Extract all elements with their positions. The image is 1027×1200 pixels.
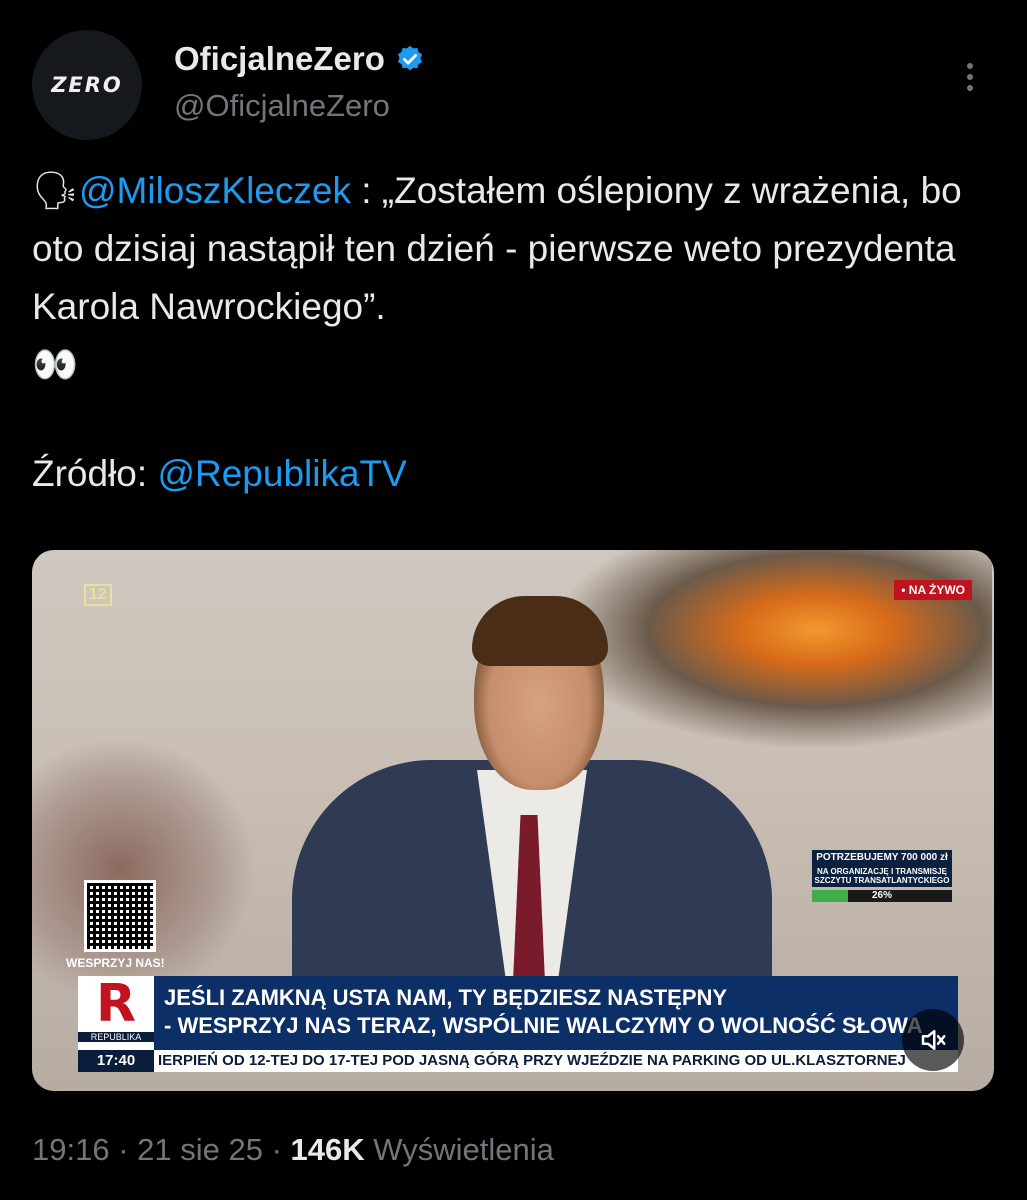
qr-code-icon (84, 880, 156, 952)
presenter-hair (472, 596, 608, 666)
broadcast-clock: 17:40 (78, 1050, 154, 1072)
speaker-muted-icon (921, 1030, 946, 1050)
display-name[interactable]: OficjalneZero (174, 40, 385, 78)
mute-toggle-button[interactable] (902, 1009, 964, 1071)
tweet-time[interactable]: 19:16 (32, 1132, 110, 1167)
verified-badge-icon (397, 45, 422, 71)
more-options-icon[interactable] (955, 58, 985, 118)
donation-goal: POTRZEBUJEMY 700 000 zł NA ORGANIZACJĘ I… (812, 850, 952, 902)
source-mention-link[interactable]: @RepublikaTV (157, 453, 406, 494)
user-handle[interactable]: @OficjalneZero (174, 88, 425, 124)
channel-logo-letter: R (95, 974, 137, 1034)
goal-subtitle: NA ORGANIZACJĘ I TRANSMISJĘ SZCZYTU TRAN… (812, 865, 952, 887)
news-ticker: IERPIEŃ OD 12-TEJ DO 17-TEJ POD JASNĄ GÓ… (154, 1050, 958, 1072)
tweet-text: 🗣@MiloszKleczek : „Zostałem oślepiony z … (32, 162, 992, 394)
video-player[interactable]: 12 • NA ŻYWO WESPRZYJ NAS! POTRZEBUJEMY … (32, 550, 994, 1091)
donate-label: WESPRZYJ NAS! (66, 956, 165, 970)
goal-title: POTRZEBUJEMY 700 000 zł (812, 850, 952, 865)
separator-dot: · (262, 1132, 291, 1167)
avatar[interactable]: ZERO (32, 30, 142, 140)
source-line: Źródło: @RepublikaTV (32, 445, 407, 503)
source-label: Źródło: (32, 453, 158, 494)
tweet-date[interactable]: 21 sie 25 (137, 1132, 263, 1167)
mention-link[interactable]: @MiloszKleczek (79, 170, 351, 211)
speaking-head-emoji: 🗣 (32, 170, 79, 211)
channel-number: 12 (84, 584, 112, 606)
display-name-row: OficjalneZero (174, 40, 425, 78)
views-count[interactable]: 146K (291, 1132, 365, 1167)
goal-progress-bar: 26% (812, 890, 952, 902)
views-label: Wyświetlenia (364, 1132, 554, 1167)
eyes-emoji: 👀 (32, 344, 79, 385)
avatar-logo-text: ZERO (51, 73, 123, 97)
headline-line-1: JEŚLI ZAMKNĄ USTA NAM, TY BĘDZIESZ NASTĘ… (164, 985, 728, 1010)
author-block: OficjalneZero @OficjalneZero (174, 40, 425, 124)
news-headline: JEŚLI ZAMKNĄ USTA NAM, TY BĘDZIESZ NASTĘ… (154, 976, 958, 1050)
headline-line-2: - WESPRZYJ NAS TERAZ, WSPÓLNIE WALCZYMY … (164, 1013, 923, 1038)
news-lower-third: R REPUBLIKA 17:40 JEŚLI ZAMKNĄ USTA NAM,… (78, 976, 958, 1072)
goal-percent: 26% (871, 890, 892, 901)
live-badge: • NA ŻYWO (894, 580, 972, 600)
tweet-metadata: 19:16 · 21 sie 25 · 146K Wyświetlenia (32, 1132, 554, 1168)
tweet-header: ZERO OficjalneZero @OficjalneZero (32, 30, 995, 140)
separator-dot: · (109, 1132, 138, 1167)
channel-logo-name: REPUBLIKA (78, 1032, 154, 1042)
